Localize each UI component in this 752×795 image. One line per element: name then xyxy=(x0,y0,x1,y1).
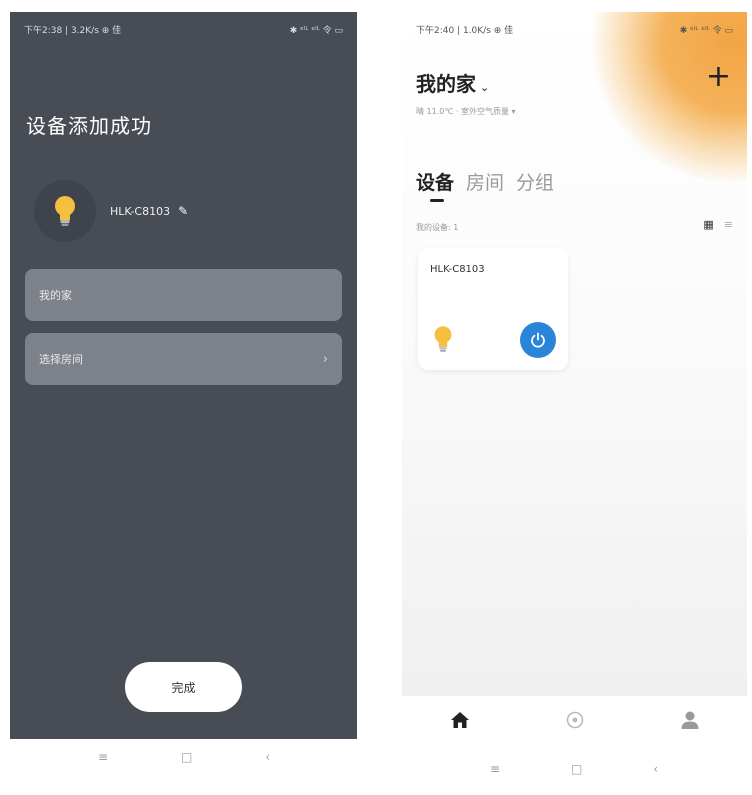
power-icon[interactable] xyxy=(520,322,556,358)
status-bar: 下午2:38 | 3.2K/s ⊕ 佳 ✱ ᵉˡᴸ ᵉˡᴸ 令 ▭ xyxy=(24,20,343,38)
home-title: 我的家 xyxy=(416,72,476,96)
room-select[interactable]: 选择房间 › xyxy=(25,333,342,385)
home-field-label: 我的家 xyxy=(39,289,72,302)
tab-rooms[interactable]: 房间 xyxy=(466,168,504,195)
tab-groups[interactable]: 分组 xyxy=(516,168,554,195)
status-left: 下午2:40 | 1.0K/s ⊕ 佳 xyxy=(416,25,514,36)
nav-menu-button[interactable]: ≡ xyxy=(490,762,500,776)
device-card-name: HLK-C8103 xyxy=(430,264,485,275)
list-view-icon[interactable]: ≡ xyxy=(724,218,733,231)
device-card[interactable]: HLK-C8103 xyxy=(418,248,568,370)
room-select-label: 选择房间 xyxy=(39,353,83,366)
home-icon[interactable] xyxy=(450,711,470,733)
left-nav-bar: ≡ □ ‹ xyxy=(98,750,270,764)
tab-indicator xyxy=(430,199,444,202)
page-title: 设备添加成功 xyxy=(26,114,152,138)
home-screen: 下午2:40 | 1.0K/s ⊕ 佳 ✱ ᵉˡᴸ ᵉˡᴸ 令 ▭ 我的家 ⌄ +… xyxy=(402,12,747,696)
chevron-right-icon: › xyxy=(322,351,328,367)
nav-menu-button[interactable]: ≡ xyxy=(98,750,108,764)
add-device-button[interactable]: + xyxy=(706,62,731,92)
grid-view-icon[interactable]: ▦ xyxy=(703,218,713,231)
device-count: 我的设备: 1 xyxy=(416,223,459,232)
profile-icon[interactable] xyxy=(680,710,700,734)
pencil-icon[interactable]: ✎ xyxy=(178,204,188,218)
done-button[interactable]: 完成 xyxy=(125,662,242,712)
tab-devices[interactable]: 设备 xyxy=(416,168,454,195)
bulb-icon xyxy=(432,324,454,358)
nav-back-button[interactable]: ‹ xyxy=(265,750,270,764)
status-right: ✱ ᵉˡᴸ ᵉˡᴸ 令 ▭ xyxy=(289,25,343,36)
device-name: HLK-C8103 xyxy=(110,204,171,218)
status-bar: 下午2:40 | 1.0K/s ⊕ 佳 ✱ ᵉˡᴸ ᵉˡᴸ 令 ▭ xyxy=(416,20,733,38)
scene-icon[interactable] xyxy=(565,710,585,734)
view-toggle: ▦ ≡ xyxy=(703,218,733,231)
nav-back-button[interactable]: ‹ xyxy=(653,762,658,776)
status-right: ✱ ᵉˡᴸ ᵉˡᴸ 令 ▭ xyxy=(679,25,733,36)
home-selector[interactable]: 我的家 ⌄ xyxy=(416,68,489,97)
add-success-screen: 下午2:38 | 3.2K/s ⊕ 佳 ✱ ᵉˡᴸ ᵉˡᴸ 令 ▭ 设备添加成功… xyxy=(10,12,357,739)
status-left: 下午2:38 | 3.2K/s ⊕ 佳 xyxy=(24,25,122,36)
bottom-tab-bar xyxy=(402,696,747,748)
home-field[interactable]: 我的家 xyxy=(25,269,342,321)
nav-home-button[interactable]: □ xyxy=(181,750,192,764)
chevron-down-icon: ⌄ xyxy=(480,81,490,94)
tab-bar: 设备 房间 分组 xyxy=(416,168,554,195)
weather-info[interactable]: 晴 11.0℃ · 室外空气质量 ▾ xyxy=(416,106,516,117)
device-info: HLK-C8103 ✎ xyxy=(34,180,188,242)
bulb-icon xyxy=(34,180,96,242)
nav-home-button[interactable]: □ xyxy=(571,762,582,776)
right-nav-bar: ≡ □ ‹ xyxy=(490,762,658,776)
